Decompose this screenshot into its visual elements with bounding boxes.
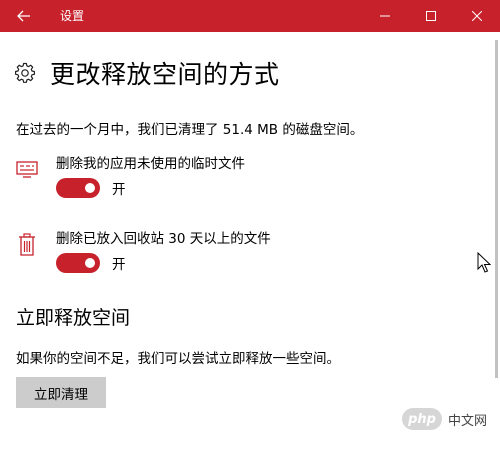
- back-button[interactable]: [0, 0, 48, 32]
- window-title: 设置: [60, 9, 85, 23]
- toggle-row: 开: [56, 178, 126, 198]
- option-label: 删除已放入回收站 30 天以上的文件: [56, 231, 271, 247]
- trash-icon: [16, 233, 40, 257]
- arrow-left-icon: [17, 10, 30, 22]
- free-space-now-heading: 立即释放空间: [16, 307, 131, 329]
- close-icon: [472, 11, 482, 21]
- close-button[interactable]: [454, 0, 500, 32]
- minimize-icon: [380, 15, 390, 17]
- minimize-button[interactable]: [362, 0, 408, 32]
- page-header: 更改释放空间的方式: [14, 56, 280, 90]
- title-bar: 设置: [0, 0, 500, 32]
- watermark-text: 中文网: [448, 413, 488, 429]
- maximize-button[interactable]: [408, 0, 454, 32]
- maximize-icon: [426, 11, 436, 21]
- toggle-knob: [85, 258, 95, 268]
- toggle-row: 开: [56, 253, 126, 273]
- gear-icon: [14, 62, 36, 84]
- clean-now-button[interactable]: 立即清理: [16, 377, 106, 408]
- cleanup-info-text: 在过去的一个月中，我们已清理了 51.4 MB 的磁盘空间。: [16, 122, 364, 138]
- mouse-cursor-icon: [477, 252, 491, 273]
- scrollbar[interactable]: [495, 40, 498, 378]
- toggle-state-text: 开: [112, 182, 126, 198]
- monitor-icon: [16, 158, 40, 182]
- watermark-logo: php: [402, 408, 442, 430]
- recycle-bin-toggle[interactable]: [56, 253, 100, 273]
- free-space-now-description: 如果你的空间不足，我们可以尝试立即释放一些空间。: [16, 351, 340, 367]
- toggle-state-text: 开: [112, 257, 126, 273]
- option-label: 删除我的应用未使用的临时文件: [56, 156, 245, 172]
- page-title: 更改释放空间的方式: [50, 60, 280, 89]
- toggle-knob: [85, 183, 95, 193]
- watermark: php 中文网: [402, 404, 487, 434]
- temp-files-toggle[interactable]: [56, 178, 100, 198]
